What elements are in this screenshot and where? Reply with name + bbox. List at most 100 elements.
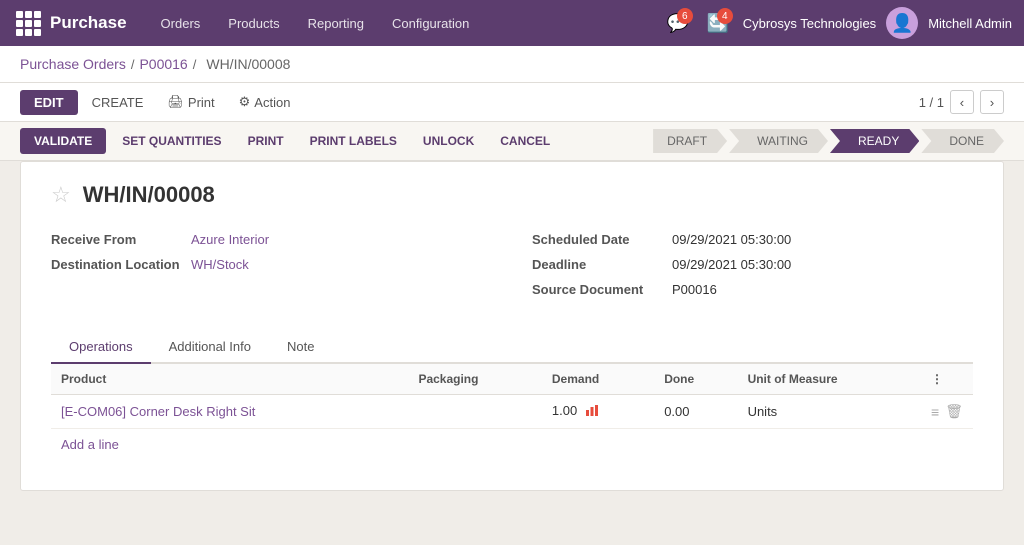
breadcrumb-current: WH/IN/00008 <box>206 56 290 72</box>
print-labels-button[interactable]: PRINT LABELS <box>300 128 407 154</box>
fields-right: Scheduled Date 09/29/2021 05:30:00 Deadl… <box>532 232 973 307</box>
apps-menu-button[interactable] <box>12 7 44 39</box>
content-wrapper: Purchase Orders / P00016 / WH/IN/00008 E… <box>0 46 1024 545</box>
pipeline-draft[interactable]: DRAFT <box>653 129 727 153</box>
print-status-button[interactable]: PRINT <box>238 128 294 154</box>
action-bar: EDIT CREATE 🖨 Print ⚙ Action 1 / 1 ‹ › <box>0 83 1024 122</box>
action-button[interactable]: ⚙ Action <box>229 89 301 115</box>
row-action-buttons: ≡ 🗑 <box>931 403 963 420</box>
top-navigation: Purchase Orders Products Reporting Confi… <box>0 0 1024 46</box>
destination-location-row: Destination Location WH/Stock <box>51 257 492 272</box>
menu-reporting[interactable]: Reporting <box>294 0 378 46</box>
product-link[interactable]: [E-COM06] Corner Desk Right Sit <box>61 404 255 419</box>
activities-count: 4 <box>717 8 733 24</box>
print-label: Print <box>188 95 215 110</box>
packaging-cell <box>408 395 541 429</box>
source-document-label: Source Document <box>532 282 672 297</box>
user-name[interactable]: Mitchell Admin <box>928 16 1012 31</box>
col-header-uom: Unit of Measure <box>738 364 921 395</box>
tab-note[interactable]: Note <box>269 331 332 364</box>
operations-table-container: Product Packaging Demand Done Unit of Me… <box>51 364 973 460</box>
create-label: CREATE <box>92 95 144 110</box>
record-title: WH/IN/00008 <box>83 182 215 208</box>
done-cell: 0.00 <box>654 395 737 429</box>
product-cell: [E-COM06] Corner Desk Right Sit <box>51 395 408 429</box>
tab-operations[interactable]: Operations <box>51 331 151 364</box>
add-line-container: Add a line <box>51 429 973 460</box>
uom-cell: Units <box>738 395 921 429</box>
gear-icon: ⚙ <box>239 94 251 110</box>
pagination-controls: 1 / 1 ‹ › <box>919 90 1004 114</box>
table-row: [E-COM06] Corner Desk Right Sit 1.00 <box>51 395 973 429</box>
source-document-row: Source Document P00016 <box>532 282 973 297</box>
tab-additional-info[interactable]: Additional Info <box>151 331 269 364</box>
company-name: Cybrosys Technologies <box>743 16 876 31</box>
pipeline-done[interactable]: DONE <box>921 129 1004 153</box>
destination-location-label: Destination Location <box>51 257 191 272</box>
scheduled-date-value: 09/29/2021 05:30:00 <box>672 232 791 247</box>
printer-icon: 🖨 <box>167 94 184 110</box>
form-card: ☆ WH/IN/00008 Receive From Azure Interio… <box>20 161 1004 491</box>
set-quantities-button[interactable]: SET QUANTITIES <box>112 128 231 154</box>
print-button[interactable]: 🖨 Print <box>157 89 224 115</box>
col-header-actions: ⋮ <box>921 364 973 395</box>
source-document-value: P00016 <box>672 282 717 297</box>
breadcrumb-separator-2: / <box>193 57 197 72</box>
pipeline-waiting[interactable]: WAITING <box>729 129 828 153</box>
unlock-button[interactable]: UNLOCK <box>413 128 484 154</box>
row-actions-cell: ≡ 🗑 <box>921 395 973 429</box>
chart-icon[interactable] <box>585 403 599 420</box>
fields-left: Receive From Azure Interior Destination … <box>51 232 492 307</box>
pipeline-ready[interactable]: READY <box>830 129 919 153</box>
messages-notification[interactable]: 💬 6 <box>663 8 693 38</box>
deadline-value: 09/29/2021 05:30:00 <box>672 257 791 272</box>
validate-button[interactable]: VALIDATE <box>20 128 106 154</box>
messages-count: 6 <box>677 8 693 24</box>
action-label: Action <box>254 95 290 110</box>
breadcrumb-p00016[interactable]: P00016 <box>139 56 187 72</box>
tabs: Operations Additional Info Note <box>51 331 973 364</box>
menu-products[interactable]: Products <box>214 0 293 46</box>
edit-button[interactable]: EDIT <box>20 90 78 115</box>
create-button[interactable]: CREATE <box>82 90 154 115</box>
destination-location-value[interactable]: WH/Stock <box>191 257 249 272</box>
menu-orders[interactable]: Orders <box>147 0 215 46</box>
pipeline-steps: DRAFT WAITING READY DONE <box>653 129 1004 153</box>
main-content: ☆ WH/IN/00008 Receive From Azure Interio… <box>0 161 1024 511</box>
scheduled-date-label: Scheduled Date <box>532 232 672 247</box>
user-avatar[interactable]: 👤 <box>886 7 918 39</box>
demand-value: 1.00 <box>552 403 577 418</box>
activities-notification[interactable]: 🔄 4 <box>703 8 733 38</box>
row-delete-icon[interactable]: 🗑 <box>945 403 963 420</box>
col-header-done: Done <box>654 364 737 395</box>
receive-from-label: Receive From <box>51 232 191 247</box>
top-right-controls: 💬 6 🔄 4 Cybrosys Technologies 👤 Mitchell… <box>663 7 1012 39</box>
col-header-product: Product <box>51 364 408 395</box>
deadline-label: Deadline <box>532 257 672 272</box>
favorite-star-icon[interactable]: ☆ <box>51 182 71 208</box>
scheduled-date-row: Scheduled Date 09/29/2021 05:30:00 <box>532 232 973 247</box>
breadcrumb: Purchase Orders / P00016 / WH/IN/00008 <box>0 46 1024 83</box>
pagination-text: 1 / 1 <box>919 95 944 110</box>
menu-configuration[interactable]: Configuration <box>378 0 483 46</box>
cancel-button[interactable]: CANCEL <box>490 128 560 154</box>
app-brand: Purchase <box>50 13 127 33</box>
top-menu: Orders Products Reporting Configuration <box>147 0 484 46</box>
fields-section: Receive From Azure Interior Destination … <box>51 232 973 307</box>
form-header: ☆ WH/IN/00008 <box>51 182 973 208</box>
col-header-packaging: Packaging <box>408 364 541 395</box>
demand-cell: 1.00 <box>542 395 654 429</box>
receive-from-row: Receive From Azure Interior <box>51 232 492 247</box>
receive-from-value[interactable]: Azure Interior <box>191 232 269 247</box>
next-record-button[interactable]: › <box>980 90 1004 114</box>
row-detail-icon[interactable]: ≡ <box>931 404 939 420</box>
deadline-row: Deadline 09/29/2021 05:30:00 <box>532 257 973 272</box>
operations-table: Product Packaging Demand Done Unit of Me… <box>51 364 973 429</box>
col-header-demand: Demand <box>542 364 654 395</box>
add-line-button[interactable]: Add a line <box>51 429 129 460</box>
breadcrumb-purchase-orders[interactable]: Purchase Orders <box>20 56 126 72</box>
breadcrumb-separator-1: / <box>131 57 135 72</box>
prev-record-button[interactable]: ‹ <box>950 90 974 114</box>
status-bar: VALIDATE SET QUANTITIES PRINT PRINT LABE… <box>0 122 1024 161</box>
table-kebab-icon[interactable]: ⋮ <box>931 372 943 386</box>
